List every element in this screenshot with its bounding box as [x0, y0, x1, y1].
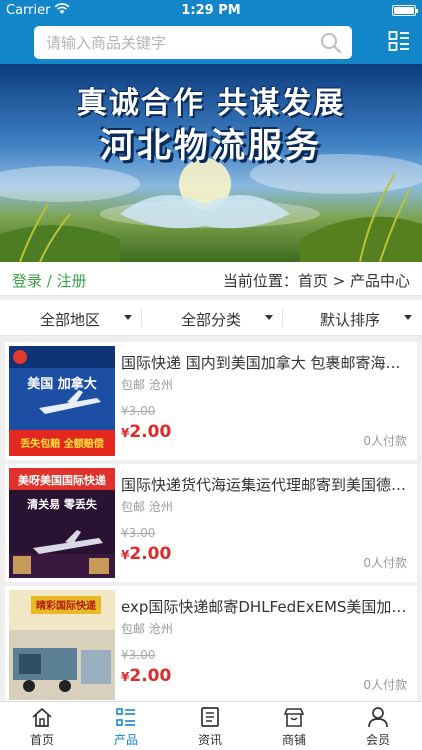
- product-card[interactable]: 美呀美国国际快递 清关易 零丢失 国际快递货代海运集运代理邮寄到美国德国日本 包…: [5, 464, 417, 582]
- chevron-down-icon: [265, 315, 273, 320]
- tab-news-label: 资讯: [197, 733, 222, 747]
- product-location: 包邮 沧州: [121, 500, 173, 514]
- product-image: 美国 加拿大 丢失包赔 全额赔偿: [9, 346, 115, 456]
- product-title[interactable]: 国际快递 国内到美国加拿大 包裹邮寄海外专线: [121, 352, 409, 373]
- product-sales-count: 0人付款: [363, 678, 407, 692]
- search-icon[interactable]: [320, 32, 342, 54]
- list-icon: [116, 708, 135, 726]
- product-card[interactable]: 美国 加拿大 丢失包赔 全额赔偿 国际快递 国内到美国加拿大 包裹邮寄海外专线 …: [5, 342, 417, 460]
- product-original-price: ¥3.00: [121, 404, 156, 418]
- bottom-tab-bar: 首页 产品 资讯 商铺 会员: [0, 701, 422, 750]
- price-value: 2.00: [129, 422, 172, 442]
- banner-headline: 真诚合作 共谋发展: [76, 86, 346, 121]
- register-link[interactable]: 注册: [57, 272, 87, 290]
- product-location: 包邮 沧州: [121, 622, 173, 636]
- filter-bar: 全部地区 全部分类 默认排序: [0, 300, 422, 336]
- tab-member-label: 会员: [365, 733, 390, 747]
- tab-store-label: 商铺: [281, 733, 306, 747]
- tab-store[interactable]: 商铺: [252, 702, 336, 750]
- product-thumbnail[interactable]: 美呀美国国际快递 清关易 零丢失: [9, 468, 115, 578]
- top-header: Carrier 1:29 PM: [0, 0, 422, 64]
- product-price: ¥2.00: [121, 544, 171, 564]
- product-card[interactable]: 晴彩国际快递 exp国际快递邮寄DHLFedExEMS美国加拿大专线 包邮 沧州…: [5, 586, 417, 704]
- search-box[interactable]: [34, 26, 352, 59]
- news-icon: [201, 707, 219, 727]
- tab-products-label: 产品: [113, 733, 138, 747]
- app-root: Carrier 1:29 PM 请输入商品关键字 真诚合作 共谋发展 河北物流服…: [0, 0, 422, 750]
- auth-links: 登录 / 注册: [12, 270, 87, 291]
- product-original-price: ¥3.00: [121, 526, 156, 540]
- breadcrumb: 当前位置：首页 > 产品中心: [222, 272, 410, 290]
- tab-member[interactable]: 会员: [336, 702, 420, 750]
- product-title[interactable]: exp国际快递邮寄DHLFedExEMS美国加拿大专线: [121, 596, 409, 617]
- status-time: 1:29 PM: [181, 3, 241, 18]
- home-icon: [32, 707, 52, 727]
- filter-region[interactable]: 全部地区: [0, 300, 140, 336]
- thumb-headline: 美国 加拿大: [27, 376, 97, 392]
- thumb-tagline: 清关易 零丢失: [27, 497, 98, 511]
- price-value: 2.00: [129, 544, 172, 564]
- thumb-headline: 美呀美国国际快递: [18, 473, 106, 487]
- thumb-tagline: 丢失包赔 全额赔偿: [20, 437, 103, 450]
- store-icon: [283, 708, 305, 727]
- promo-banner[interactable]: 真诚合作 共谋发展 河北物流服务: [0, 64, 422, 262]
- filter-sort-label: 默认排序: [320, 311, 381, 329]
- auth-separator: /: [42, 272, 57, 290]
- tab-news[interactable]: 资讯: [168, 702, 252, 750]
- user-icon: [368, 707, 388, 728]
- status-bar: Carrier 1:29 PM: [0, 0, 422, 22]
- login-link[interactable]: 登录: [12, 272, 42, 290]
- search-input[interactable]: [46, 26, 316, 59]
- product-original-price: ¥3.00: [121, 648, 156, 662]
- filter-category-label: 全部分类: [181, 311, 242, 329]
- battery-icon: [392, 5, 418, 16]
- filter-category[interactable]: 全部分类: [141, 300, 281, 336]
- product-sales-count: 0人付款: [363, 556, 407, 570]
- product-image: 晴彩国际快递: [9, 590, 115, 700]
- banner-title: 河北物流服务: [100, 126, 322, 166]
- tab-home[interactable]: 首页: [0, 702, 84, 750]
- thumb-headline: 晴彩国际快递: [36, 599, 96, 612]
- filter-sort[interactable]: 默认排序: [282, 300, 422, 336]
- filter-region-label: 全部地区: [40, 311, 101, 329]
- category-menu-icon[interactable]: [388, 30, 410, 52]
- price-value: 2.00: [129, 666, 172, 686]
- chevron-down-icon: [124, 315, 132, 320]
- tab-home-label: 首页: [29, 733, 54, 747]
- location-bar: 登录 / 注册 当前位置：首页 > 产品中心: [0, 262, 422, 296]
- product-title[interactable]: 国际快递货代海运集运代理邮寄到美国德国日本: [121, 474, 409, 495]
- product-price: ¥2.00: [121, 422, 171, 442]
- product-location: 包邮 沧州: [121, 378, 173, 392]
- product-price: ¥2.00: [121, 666, 171, 686]
- chevron-down-icon: [404, 315, 412, 320]
- product-image: 美呀美国国际快递 清关易 零丢失: [9, 468, 115, 578]
- product-sales-count: 0人付款: [363, 434, 407, 448]
- product-thumbnail[interactable]: 晴彩国际快递: [9, 590, 115, 700]
- product-thumbnail[interactable]: 美国 加拿大 丢失包赔 全额赔偿: [9, 346, 115, 456]
- tab-products[interactable]: 产品: [84, 702, 168, 750]
